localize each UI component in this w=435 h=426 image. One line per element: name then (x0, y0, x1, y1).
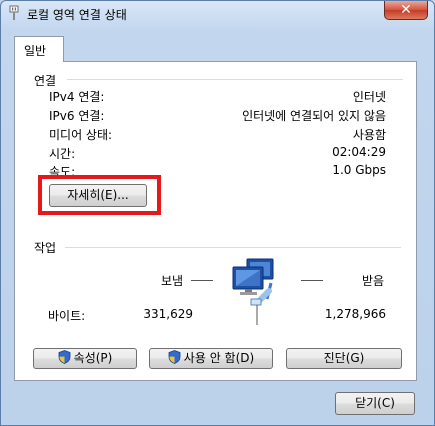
media-state-value: 사용함 (352, 128, 386, 142)
properties-label: 속성(P) (73, 351, 113, 365)
sent-label: 보냄 (161, 274, 184, 288)
bytes-label: 바이트: (48, 309, 86, 323)
media-state-label: 미디어 상태: (49, 128, 113, 142)
details-button[interactable]: 자세히(E)... (49, 184, 147, 207)
disable-button[interactable]: 사용 안 함(D) (149, 348, 273, 369)
window-title: 로컬 영역 연결 상태 (27, 8, 127, 22)
sent-dash (191, 280, 213, 281)
close-button[interactable]: 닫기(C) (335, 392, 415, 415)
diagnose-button[interactable]: 진단(G) (286, 348, 402, 369)
close-window-button[interactable]: ✕ (384, 1, 428, 20)
speed-value: 1.0 Gbps (332, 163, 386, 177)
duration-label: 시간: (49, 147, 76, 161)
close-icon: ✕ (400, 2, 412, 18)
shield-icon (58, 350, 71, 364)
received-label: 받음 (362, 274, 385, 288)
tab-general-label: 일반 (24, 44, 47, 58)
tab-general[interactable]: 일반 (14, 36, 64, 62)
ipv4-value: 인터넷 (352, 90, 386, 104)
duration-value: 02:04:29 (332, 145, 386, 159)
network-adapter-icon (9, 5, 19, 20)
activity-separator (65, 247, 401, 248)
properties-button[interactable]: 속성(P) (33, 348, 137, 369)
received-dash (301, 280, 323, 281)
connection-separator (67, 79, 403, 80)
ipv4-label: IPv4 연결: (49, 90, 105, 104)
ipv6-value: 인터넷에 연결되어 있지 않음 (242, 109, 386, 123)
ipv6-label: IPv6 연결: (49, 109, 105, 123)
bytes-sent-value: 331,629 (143, 307, 193, 321)
connection-heading: 연결 (34, 74, 57, 88)
shield-icon (168, 350, 181, 364)
status-window: 로컬 영역 연결 상태 ✕ 일반 연결 IPv4 연결: 인터넷 IPv6 연결… (0, 0, 435, 426)
title-bar[interactable]: 로컬 영역 연결 상태 ✕ (1, 1, 434, 27)
bytes-received-value: 1,278,966 (324, 307, 386, 321)
network-activity-icon (232, 258, 274, 325)
disable-label: 사용 안 함(D) (183, 351, 255, 365)
activity-heading: 작업 (34, 241, 57, 255)
